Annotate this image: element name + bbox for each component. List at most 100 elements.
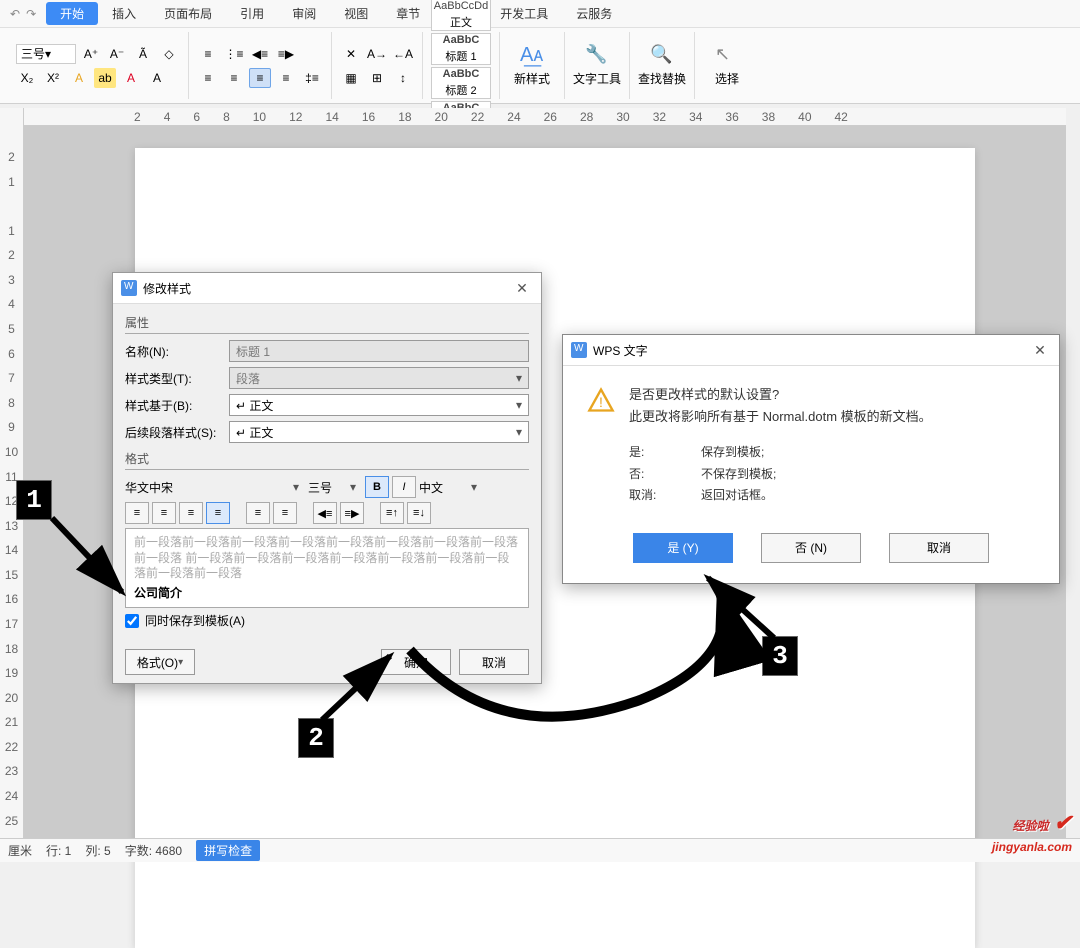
dialog-titlebar[interactable]: 修改样式 ✕ (113, 273, 541, 304)
italic-button[interactable]: I (392, 476, 416, 498)
msg-line2: 此更改将影响所有基于 Normal.dotm 模板的新文档。 (629, 406, 932, 428)
rtl-icon[interactable]: ←A (392, 44, 414, 64)
indent-inc-btn[interactable]: ≡▶ (340, 502, 364, 524)
spacing-loose-btn[interactable]: ≡ (273, 502, 297, 524)
save-template-checkbox[interactable]: 同时保存到模板(A) (125, 612, 529, 629)
font-size-combo[interactable]: 三号 ▾ (16, 44, 76, 64)
status-words[interactable]: 字数: 4680 (125, 842, 182, 859)
properties-label: 属性 (125, 312, 529, 334)
bold-button[interactable]: B (365, 476, 389, 498)
wrench-icon: 🔧 (585, 44, 609, 68)
save-template-input[interactable] (125, 614, 139, 628)
align-center-btn[interactable]: ≡ (152, 502, 176, 524)
cursor-icon: ↖ (715, 44, 739, 68)
cancel-msg-button[interactable]: 取消 (889, 533, 989, 563)
select-button[interactable]: ↖选择 (703, 37, 751, 95)
style-heading2[interactable]: AaBbC标题 2 (431, 67, 491, 99)
redo-icon[interactable]: ↷ (26, 7, 36, 21)
window-controls: ↶ ↷ (10, 7, 36, 21)
marker-1: 1 (16, 480, 52, 520)
tab-layout[interactable]: 页面布局 (150, 2, 226, 25)
msgbox-titlebar[interactable]: WPS 文字 ✕ (563, 335, 1059, 366)
lang-select[interactable]: 中文 (419, 479, 483, 496)
status-col: 列: 5 (85, 842, 110, 859)
modify-style-dialog: 修改样式 ✕ 属性 名称(N): 样式类型(T):段落 样式基于(B):↵ 正文… (112, 272, 542, 684)
style-heading1[interactable]: AaBbC标题 1 (431, 33, 491, 65)
new-style-button[interactable]: A͟ᴀ新样式 (508, 37, 556, 95)
borders-icon[interactable]: ⊞ (366, 68, 388, 88)
increase-indent-icon[interactable]: ≡▶ (275, 44, 297, 64)
tab-start[interactable]: 开始 (46, 2, 98, 25)
base-select[interactable]: ↵ 正文 (229, 394, 529, 416)
next-label: 后续段落样式(S): (125, 424, 229, 441)
ok-button[interactable]: 确定 (381, 649, 451, 675)
style-normal[interactable]: AaBbCcDd正文 (431, 0, 491, 31)
tab-devtools[interactable]: 开发工具 (486, 2, 562, 25)
preview-text: 公司简介 (134, 586, 520, 602)
align-left-icon[interactable]: ≡ (197, 68, 219, 88)
text-tools-button[interactable]: 🔧文字工具 (573, 37, 621, 95)
after-para-btn[interactable]: ≡↓ (407, 502, 431, 524)
tab-chapter[interactable]: 章节 (382, 2, 434, 25)
dialog-title: 修改样式 (143, 280, 191, 297)
name-label: 名称(N): (125, 343, 229, 360)
row-no-k: 否: (629, 464, 701, 486)
wps-icon (121, 280, 137, 296)
no-button[interactable]: 否 (N) (761, 533, 861, 563)
status-unit: 厘米 (8, 842, 32, 859)
font-select[interactable]: 华文中宋 (125, 479, 305, 496)
text-color-icon[interactable]: A (120, 68, 142, 88)
align-left-btn[interactable]: ≡ (125, 502, 149, 524)
find-replace-button[interactable]: 🔍查找替换 (638, 37, 686, 95)
shading-icon[interactable]: ▦ (340, 68, 362, 88)
ltr-icon[interactable]: A→ (366, 44, 388, 64)
status-line: 行: 1 (46, 842, 71, 859)
before-para-btn[interactable]: ≡↑ (380, 502, 404, 524)
tab-reference[interactable]: 引用 (226, 2, 278, 25)
align-justify-icon[interactable]: ≡ (249, 68, 271, 88)
font-color-icon[interactable]: A (68, 68, 90, 88)
watermark-url: jingyanla.com (992, 840, 1072, 854)
cancel-button[interactable]: 取消 (459, 649, 529, 675)
ruler-horizontal: 24681012141618202224262830323436384042 (24, 108, 1066, 126)
size-select[interactable]: 三号 (308, 479, 362, 496)
tab-insert[interactable]: 插入 (98, 2, 150, 25)
line-spacing-icon[interactable]: ‡≡ (301, 68, 323, 88)
row-cancel-k: 取消: (629, 485, 701, 507)
increase-font-icon[interactable]: A⁺ (80, 44, 102, 64)
decrease-font-icon[interactable]: A⁻ (106, 44, 128, 64)
spacing-tight-btn[interactable]: ≡ (246, 502, 270, 524)
bullets-icon[interactable]: ≡ (197, 44, 219, 64)
ruler-vertical: 2112345678910111213141516171819202122232… (0, 108, 24, 838)
next-select[interactable]: ↵ 正文 (229, 421, 529, 443)
align-justify-btn[interactable]: ≡ (206, 502, 230, 524)
align-right-btn[interactable]: ≡ (179, 502, 203, 524)
char-shading-icon[interactable]: A (146, 68, 168, 88)
indent-dec-btn[interactable]: ◀≡ (313, 502, 337, 524)
align-center-icon[interactable]: ≡ (223, 68, 245, 88)
change-case-icon[interactable]: A͂ (132, 44, 154, 64)
align-distribute-icon[interactable]: ≡ (275, 68, 297, 88)
superscript-icon[interactable]: X² (42, 68, 64, 88)
decrease-indent-icon[interactable]: ◀≡ (249, 44, 271, 64)
close-icon[interactable]: ✕ (511, 278, 533, 298)
yes-button[interactable]: 是 (Y) (633, 533, 733, 563)
new-style-icon: A͟ᴀ (520, 44, 544, 68)
tab-cloud[interactable]: 云服务 (562, 2, 626, 25)
highlight-icon[interactable]: ab (94, 68, 116, 88)
directional-icon[interactable]: ✕ (340, 44, 362, 64)
subscript-icon[interactable]: X₂ (16, 68, 38, 88)
tab-view[interactable]: 视图 (330, 2, 382, 25)
sort-icon[interactable]: ↕ (392, 68, 414, 88)
ribbon: 三号 ▾ A⁺ A⁻ A͂ ◇ X₂ X² A ab A A ≡ ⋮≡ ◀≡ ≡… (0, 28, 1080, 104)
format-dropdown[interactable]: 格式(O) (125, 649, 195, 675)
scrollbar-vertical[interactable] (1066, 108, 1080, 838)
clear-format-icon[interactable]: ◇ (158, 44, 180, 64)
style-gallery[interactable]: AaBbCcDd正文 AaBbC标题 1 AaBbC标题 2 AaBbC标题 3 (423, 32, 500, 99)
close-icon[interactable]: ✕ (1029, 340, 1051, 360)
numbering-icon[interactable]: ⋮≡ (223, 44, 245, 64)
tab-review[interactable]: 审阅 (278, 2, 330, 25)
marker-2: 2 (298, 718, 334, 758)
spellcheck-button[interactable]: 拼写检查 (196, 840, 260, 861)
undo-icon[interactable]: ↶ (10, 7, 20, 21)
